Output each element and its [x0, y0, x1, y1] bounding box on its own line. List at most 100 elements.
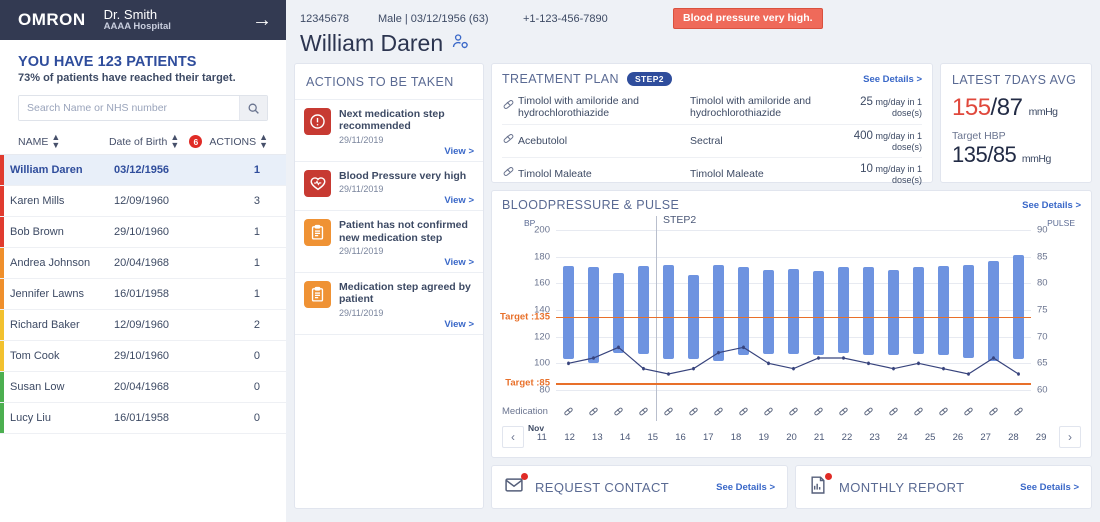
action-item-view-link[interactable]: View > [339, 319, 474, 330]
page-title: William Daren [300, 30, 1100, 57]
date-tick-label: 29 [1027, 432, 1055, 443]
drug-dose-value: 10 [860, 163, 873, 175]
treatment-row: AcebutololSectral400 mg/day in 1 dose(s) [502, 124, 922, 157]
bottom-card-see-details-link[interactable]: See Details > [716, 482, 775, 493]
patient-row-dob: 20/04/1968 [114, 257, 206, 269]
action-item-list: Next medication step recommended 29/11/20… [295, 100, 483, 335]
table-row[interactable]: Richard Baker12/09/19602 [0, 310, 286, 341]
patient-row-name: Richard Baker [10, 319, 114, 331]
action-item[interactable]: Next medication step recommended29/11/20… [295, 100, 483, 162]
table-row[interactable]: Susan Low20/04/19680 [0, 372, 286, 403]
action-item-view-link[interactable]: View > [339, 257, 474, 268]
patient-search[interactable] [18, 95, 268, 121]
bottom-card-see-details-link[interactable]: See Details > [1020, 482, 1079, 493]
sort-icon[interactable]: ▲▼ [259, 134, 268, 149]
pill-icon [831, 406, 856, 417]
patient-header: 12345678 Male | 03/12/1956 (63) +1-123-4… [286, 0, 1100, 57]
action-item-title: Medication step agreed by patient [339, 281, 474, 306]
date-tick-label: 28 [999, 432, 1027, 443]
search-input[interactable] [19, 96, 239, 120]
target-hbp-value: 135/85 [952, 142, 1016, 167]
col-dob[interactable]: Date of Birth ▲▼ [109, 134, 189, 149]
patient-settings-icon[interactable] [451, 30, 470, 57]
brand-bar: OMRON Dr. Smith AAAA Hospital → [0, 0, 286, 40]
pill-icon [606, 406, 631, 417]
drug-dose-unit: mg/day in 1 dose(s) [875, 97, 922, 118]
action-item[interactable]: Blood Pressure very high29/11/2019View > [295, 162, 483, 211]
latest-avg-diastolic: 87 [997, 94, 1023, 121]
pill-icon [681, 406, 706, 417]
col-name[interactable]: NAME ▲▼ [18, 134, 109, 149]
patient-name: William Daren [300, 30, 443, 57]
drug-dose: 10 mg/day in 1 dose(s) [850, 163, 922, 185]
action-item[interactable]: Patient has not confirmed new medication… [295, 211, 483, 273]
actions-panel-title: ACTIONS TO BE TAKEN [306, 75, 454, 89]
date-tick-label: 12 [556, 432, 584, 443]
table-row[interactable]: Andrea Johnson20/04/19681 [0, 248, 286, 279]
arrow-right-icon[interactable]: → [252, 10, 272, 30]
mail-icon [504, 475, 526, 500]
date-tick-label: 26 [944, 432, 972, 443]
next-period-button[interactable]: › [1059, 426, 1081, 448]
date-tick-label: 11 [528, 432, 556, 443]
table-row[interactable]: Bob Brown29/10/19601 [0, 217, 286, 248]
pulse-tick-label: 75 [1037, 305, 1048, 316]
date-tick-label: 15 [639, 432, 667, 443]
action-item-title: Next medication step recommended [339, 108, 474, 133]
table-row[interactable]: William Daren03/12/19561 [0, 155, 286, 186]
medication-row [556, 406, 1031, 417]
patient-row-dob: 16/01/1958 [114, 288, 206, 300]
action-item-body: Medication step agreed by patient29/11/2… [339, 281, 474, 330]
action-item[interactable]: Medication step agreed by patient29/11/2… [295, 273, 483, 335]
prev-period-button[interactable]: ‹ [502, 426, 524, 448]
risk-stripe [0, 403, 4, 433]
action-item-title: Blood Pressure very high [339, 170, 474, 182]
date-tick-label: 23 [861, 432, 889, 443]
treatment-step-badge: STEP2 [627, 72, 672, 86]
latest-avg-card: LATEST 7DAYS AVG 155/87 mmHg Target HBP … [940, 63, 1092, 183]
table-row[interactable]: Jennifer Lawns16/01/19581 [0, 279, 286, 310]
patient-phone: +1-123-456-7890 [523, 13, 673, 25]
date-tick-label: 13 [583, 432, 611, 443]
pulse-tick-label: 60 [1037, 385, 1048, 396]
col-actions[interactable]: 6 ACTIONS ▲▼ [189, 134, 268, 149]
action-item-date: 29/11/2019 [339, 246, 474, 256]
action-item-title: Patient has not confirmed new medication… [339, 219, 474, 244]
chart-see-details-link[interactable]: See Details > [1022, 200, 1081, 211]
risk-stripe [0, 186, 4, 216]
drug-dose-unit: mg/day in 1 dose(s) [875, 164, 922, 185]
table-row[interactable]: Karen Mills12/09/19603 [0, 186, 286, 217]
patient-row-name: Karen Mills [10, 195, 114, 207]
sort-icon[interactable]: ▲▼ [51, 134, 60, 149]
patient-row-name: Bob Brown [10, 226, 114, 238]
patient-row-name: William Daren [10, 164, 114, 176]
table-row[interactable]: Tom Cook29/10/19600 [0, 341, 286, 372]
sidebar-body: YOU HAVE 123 PATIENTS 73% of patients ha… [0, 40, 286, 152]
bp-tick-label: 100 [534, 358, 550, 369]
table-row[interactable]: Lucy Liu16/01/19580 [0, 403, 286, 434]
patient-row-dob: 12/09/1960 [114, 195, 206, 207]
date-tick-label: 20 [778, 432, 806, 443]
treatment-see-details-link[interactable]: See Details > [863, 74, 922, 85]
search-icon[interactable] [239, 96, 267, 120]
pill-icon [1006, 406, 1031, 417]
patient-row-actions: 0 [206, 381, 286, 393]
medication-row-label: Medication [502, 406, 548, 417]
risk-stripe [0, 310, 4, 340]
patient-meta: 12345678 Male | 03/12/1956 (63) +1-123-4… [300, 8, 1100, 29]
action-item-view-link[interactable]: View > [339, 146, 474, 157]
bottom-action-card[interactable]: REQUEST CONTACTSee Details > [491, 465, 788, 509]
bp-tick-label: 200 [534, 225, 550, 236]
latest-avg-title: LATEST 7DAYS AVG [952, 73, 1080, 87]
treatment-row: Timolol with amiloride and hydrochloroth… [502, 90, 922, 124]
pill-icon [756, 406, 781, 417]
pill-icon [856, 406, 881, 417]
action-item-view-link[interactable]: View > [339, 195, 474, 206]
bottom-action-card[interactable]: MONTHLY REPORTSee Details > [795, 465, 1092, 509]
date-tick-label: 25 [916, 432, 944, 443]
date-tick-label: 16 [667, 432, 695, 443]
risk-stripe [0, 341, 4, 371]
sort-icon[interactable]: ▲▼ [170, 134, 179, 149]
pulse-tick-label: 80 [1037, 278, 1048, 289]
patient-list: William Daren03/12/19561Karen Mills12/09… [0, 154, 286, 434]
